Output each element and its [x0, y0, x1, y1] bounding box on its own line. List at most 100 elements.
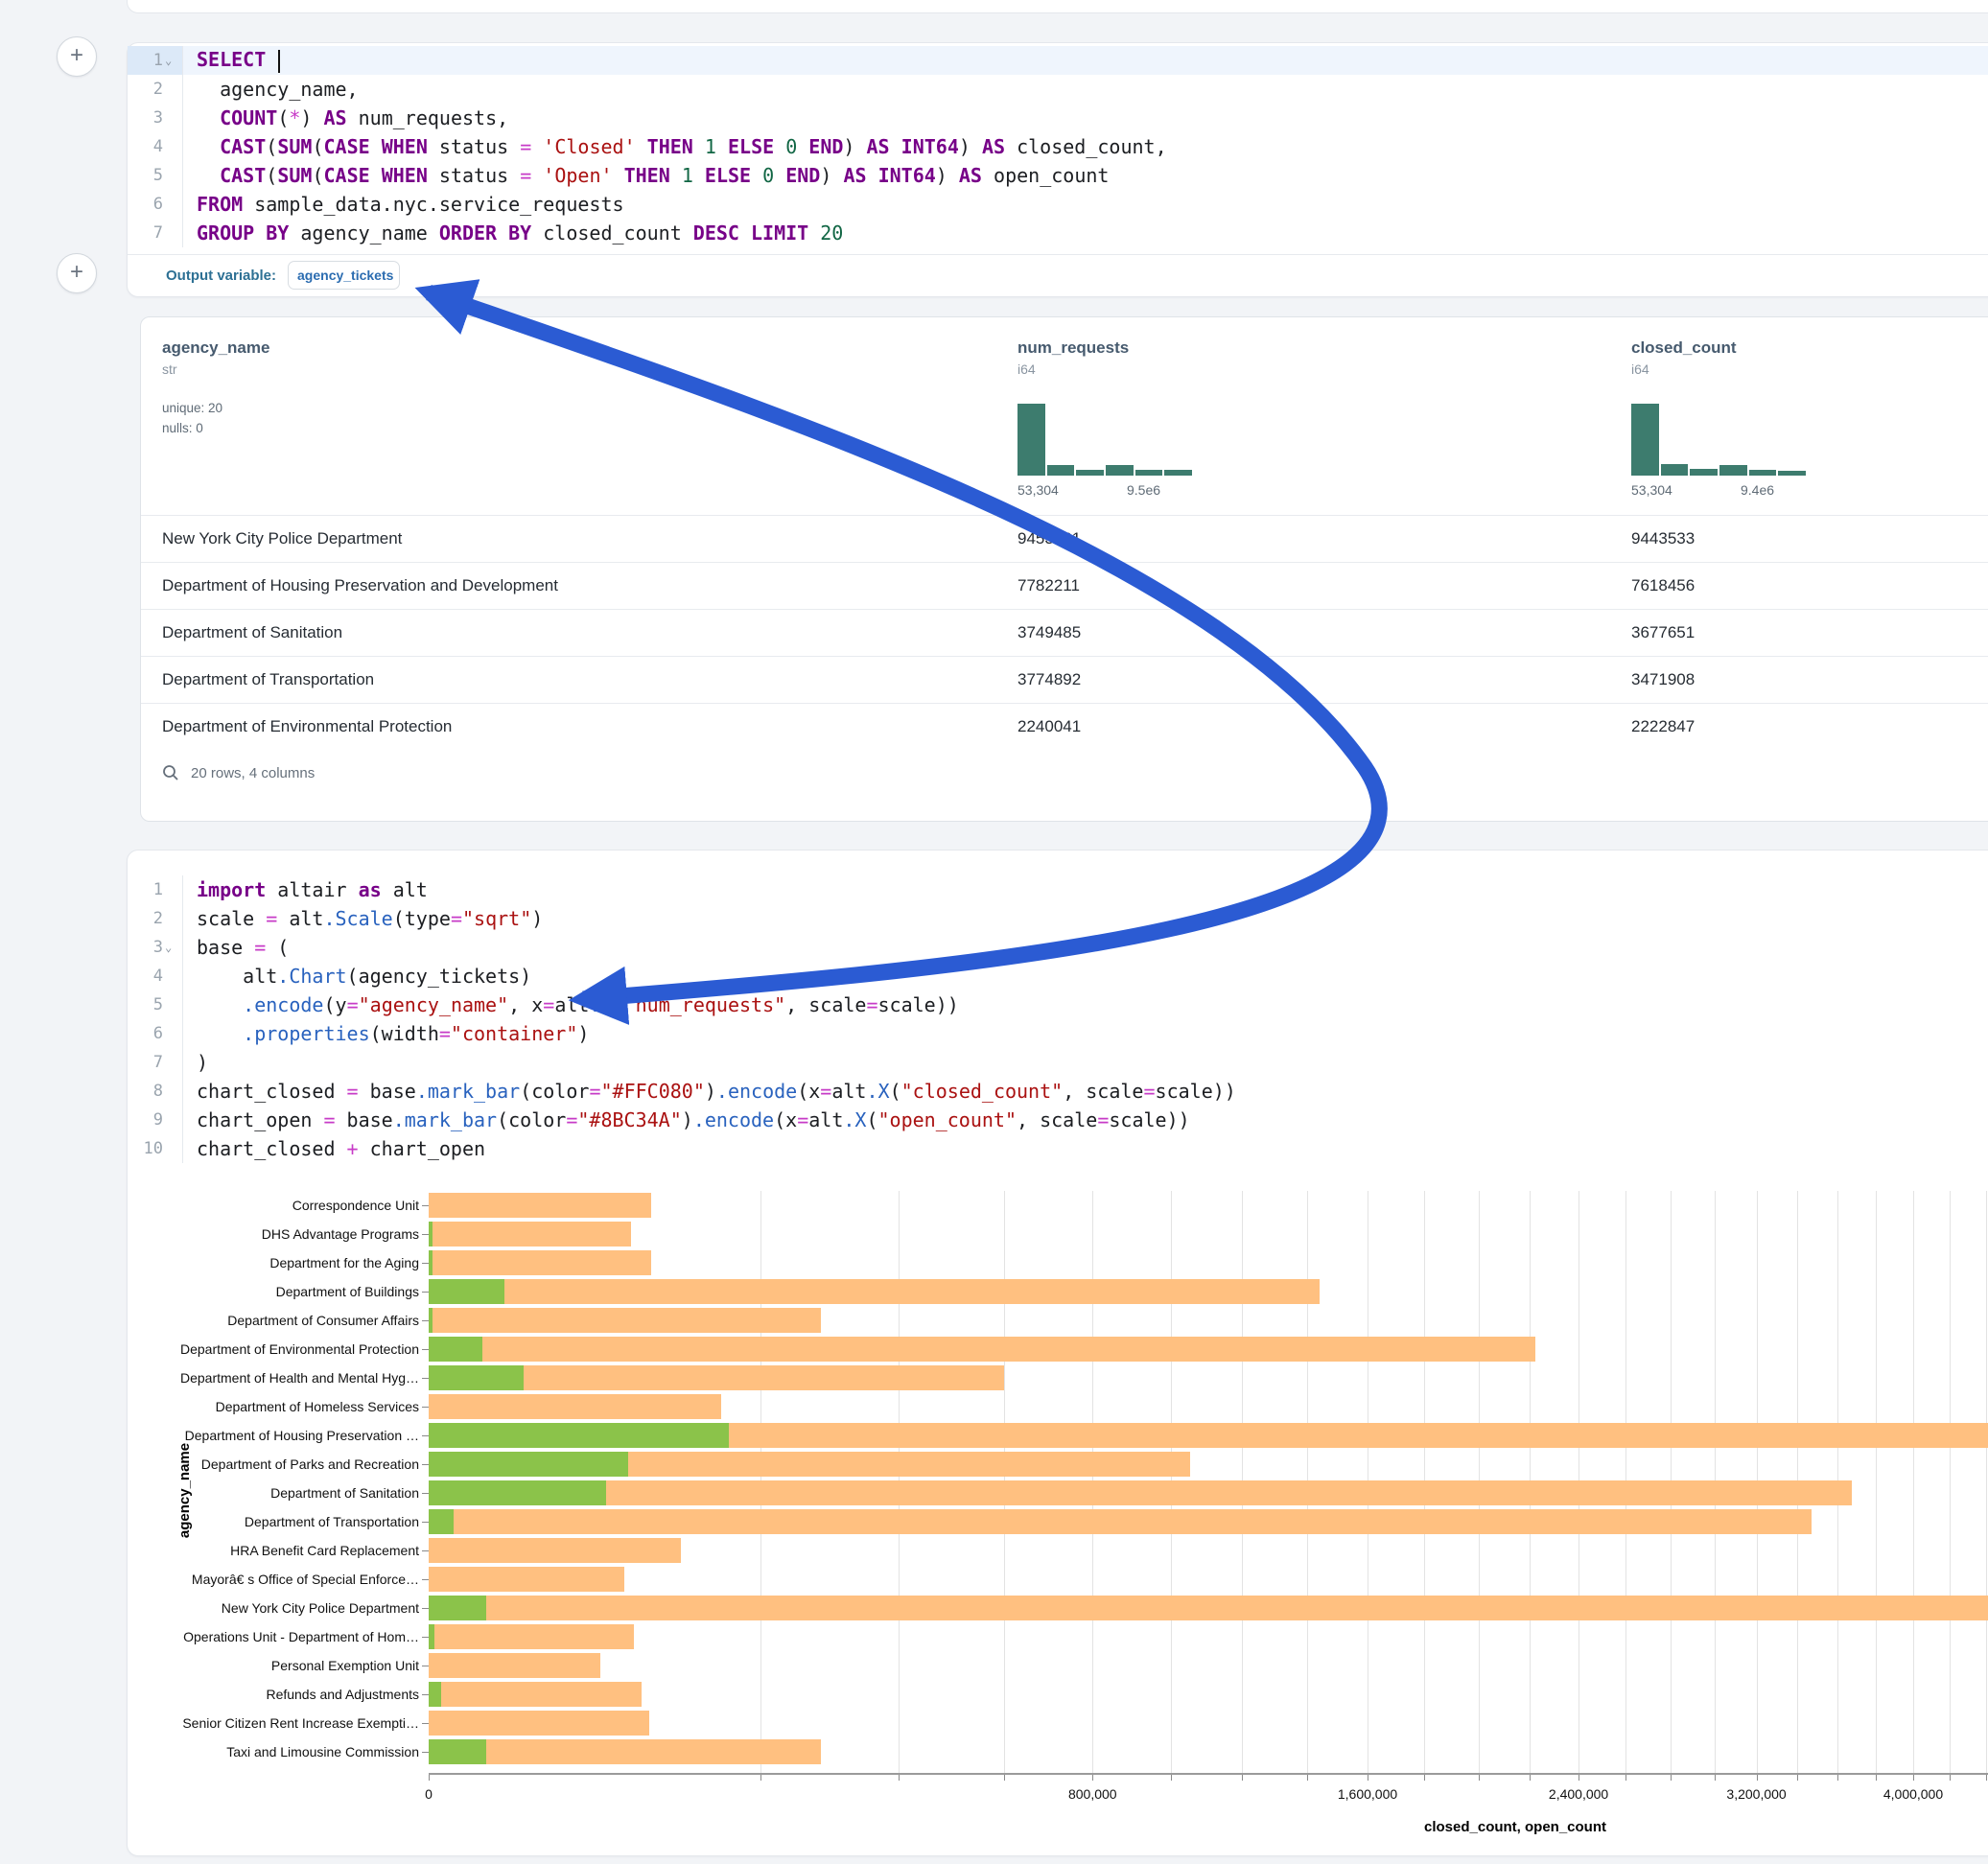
open-count-bar — [429, 1596, 486, 1620]
column-type: str — [162, 361, 269, 377]
closed-count-bar — [429, 1567, 624, 1592]
open-count-bar — [429, 1480, 606, 1505]
column-header-closed-count[interactable]: closed_count i64 — [1631, 338, 1737, 377]
line-number: 2 — [128, 75, 183, 104]
table-cell: 7618456 — [1631, 576, 1695, 595]
code-line[interactable]: 4 alt.Chart(agency_tickets) — [128, 962, 1988, 990]
fold-chevron-icon[interactable]: ⌄ — [165, 943, 176, 952]
python-cell: 1import altair as alt2scale = alt.Scale(… — [127, 850, 1988, 1856]
x-axis-tick-label: 800,000 — [1068, 1786, 1117, 1802]
table-cell: 9453131 — [1017, 529, 1081, 548]
search-icon[interactable] — [162, 764, 179, 781]
y-axis-tick — [422, 1493, 429, 1494]
sql-code-editor[interactable]: 1⌄SELECT 2 agency_name,3 COUNT(*) AS num… — [128, 43, 1988, 247]
x-axis-tick — [1171, 1775, 1172, 1781]
x-axis-tick-label: 2,400,000 — [1549, 1786, 1608, 1802]
y-axis-tick — [422, 1522, 429, 1523]
column-name: agency_name — [162, 338, 269, 358]
y-axis-label: Refunds and Adjustments — [266, 1687, 419, 1702]
histogram-bin — [1690, 469, 1718, 476]
code-line[interactable]: 5 CAST(SUM(CASE WHEN status = 'Open' THE… — [128, 161, 1988, 190]
output-variable-label: Output variable: — [166, 268, 276, 284]
y-axis-label: Operations Unit - Department of Hom… — [183, 1629, 419, 1644]
column-header-agency-name[interactable]: agency_name str unique: 20nulls: 0 — [162, 338, 269, 438]
code-text: chart_closed + chart_open — [183, 1137, 485, 1160]
add-cell-button-top[interactable]: + — [57, 36, 97, 77]
y-axis-label: Department of Homeless Services — [216, 1399, 419, 1414]
x-axis-title: closed_count, open_count — [1424, 1819, 1606, 1835]
table-row[interactable]: New York City Police Department945313194… — [141, 515, 1988, 563]
y-axis-tick — [422, 1263, 429, 1264]
y-axis-tick — [422, 1378, 429, 1379]
y-axis-label: Department of Housing Preservation … — [185, 1428, 419, 1443]
x-axis-tick — [1092, 1775, 1093, 1781]
code-line[interactable]: 8chart_closed = base.mark_bar(color="#FF… — [128, 1077, 1988, 1106]
code-line[interactable]: 4 CAST(SUM(CASE WHEN status = 'Closed' T… — [128, 132, 1988, 161]
table-cell: 3471908 — [1631, 670, 1695, 689]
closed-count-bar — [429, 1193, 651, 1218]
closed-count-bar — [429, 1394, 721, 1419]
x-axis-tick — [760, 1775, 761, 1781]
x-axis-tick — [1004, 1775, 1005, 1781]
chart-gridline — [1876, 1191, 1877, 1773]
x-axis-tick-label: 3,200,000 — [1726, 1786, 1786, 1802]
line-number: 7 — [128, 219, 183, 247]
table-cell: 3677651 — [1631, 623, 1695, 642]
y-axis-tick — [422, 1637, 429, 1638]
x-axis-tick — [899, 1775, 900, 1781]
code-text: alt.Chart(agency_tickets) — [183, 965, 531, 988]
open-count-bar — [429, 1308, 433, 1333]
table-row[interactable]: Department of Transportation377489234719… — [141, 656, 1988, 704]
x-axis-tick-label: 4,000,000 — [1883, 1786, 1943, 1802]
code-line[interactable]: 6 .properties(width="container") — [128, 1019, 1988, 1048]
code-line[interactable]: 3 COUNT(*) AS num_requests, — [128, 104, 1988, 132]
text-cursor — [278, 50, 280, 73]
code-line[interactable]: 7) — [128, 1048, 1988, 1077]
open-count-bar — [429, 1452, 628, 1477]
output-variable-pill[interactable]: agency_tickets — [288, 261, 400, 290]
python-code-editor[interactable]: 1import altair as alt2scale = alt.Scale(… — [128, 850, 1988, 1163]
code-line[interactable]: 5 .encode(y="agency_name", x=alt.X("num_… — [128, 990, 1988, 1019]
x-axis-tick — [1242, 1775, 1243, 1781]
column-header-num-requests[interactable]: num_requests i64 — [1017, 338, 1129, 377]
code-line[interactable]: 3⌄base = ( — [128, 933, 1988, 962]
y-axis-tick — [422, 1723, 429, 1724]
code-line[interactable]: 6FROM sample_data.nyc.service_requests — [128, 190, 1988, 219]
y-axis-tick — [422, 1608, 429, 1609]
x-axis-tick — [1625, 1775, 1626, 1781]
code-line[interactable]: 2scale = alt.Scale(type="sqrt") — [128, 904, 1988, 933]
y-axis-label: New York City Police Department — [222, 1600, 419, 1616]
fold-chevron-icon[interactable]: ⌄ — [165, 56, 176, 65]
y-axis-label: Senior Citizen Rent Increase Exempti… — [182, 1715, 419, 1731]
table-row[interactable]: Department of Environmental Protection22… — [141, 703, 1988, 751]
open-count-bar — [429, 1624, 434, 1649]
line-number: 8 — [128, 1077, 183, 1106]
open-count-bar — [429, 1250, 433, 1275]
y-axis-label: Correspondence Unit — [292, 1198, 419, 1213]
chart-gridline — [1986, 1191, 1987, 1773]
code-text: chart_open = base.mark_bar(color="#8BC34… — [183, 1108, 1190, 1131]
add-cell-button-output[interactable]: + — [57, 253, 97, 293]
code-line[interactable]: 7GROUP BY agency_name ORDER BY closed_co… — [128, 219, 1988, 247]
y-axis-tick — [422, 1292, 429, 1293]
x-axis-tick — [1757, 1775, 1758, 1781]
code-line[interactable]: 1import altair as alt — [128, 875, 1988, 904]
table-row[interactable]: Department of Sanitation37494853677651 — [141, 609, 1988, 657]
cell-divider — [128, 254, 1988, 255]
closed-count-bar — [429, 1739, 821, 1764]
x-axis-tick — [1479, 1775, 1480, 1781]
line-number: 6 — [128, 190, 183, 219]
code-line[interactable]: 9chart_open = base.mark_bar(color="#8BC3… — [128, 1106, 1988, 1134]
code-text: chart_closed = base.mark_bar(color="#FFC… — [183, 1080, 1236, 1103]
sql-cell: 1⌄SELECT 2 agency_name,3 COUNT(*) AS num… — [127, 42, 1988, 297]
code-text: scale = alt.Scale(type="sqrt") — [183, 907, 543, 930]
x-axis-tick — [1530, 1775, 1531, 1781]
y-axis-tick — [422, 1694, 429, 1695]
code-line[interactable]: 1⌄SELECT — [128, 46, 1988, 75]
table-row[interactable]: Department of Housing Preservation and D… — [141, 562, 1988, 610]
code-line[interactable]: 2 agency_name, — [128, 75, 1988, 104]
table-cell: 2240041 — [1017, 717, 1081, 736]
x-axis-tick-label: 1,600,000 — [1338, 1786, 1397, 1802]
column-type: i64 — [1631, 361, 1737, 377]
code-line[interactable]: 10chart_closed + chart_open — [128, 1134, 1988, 1163]
